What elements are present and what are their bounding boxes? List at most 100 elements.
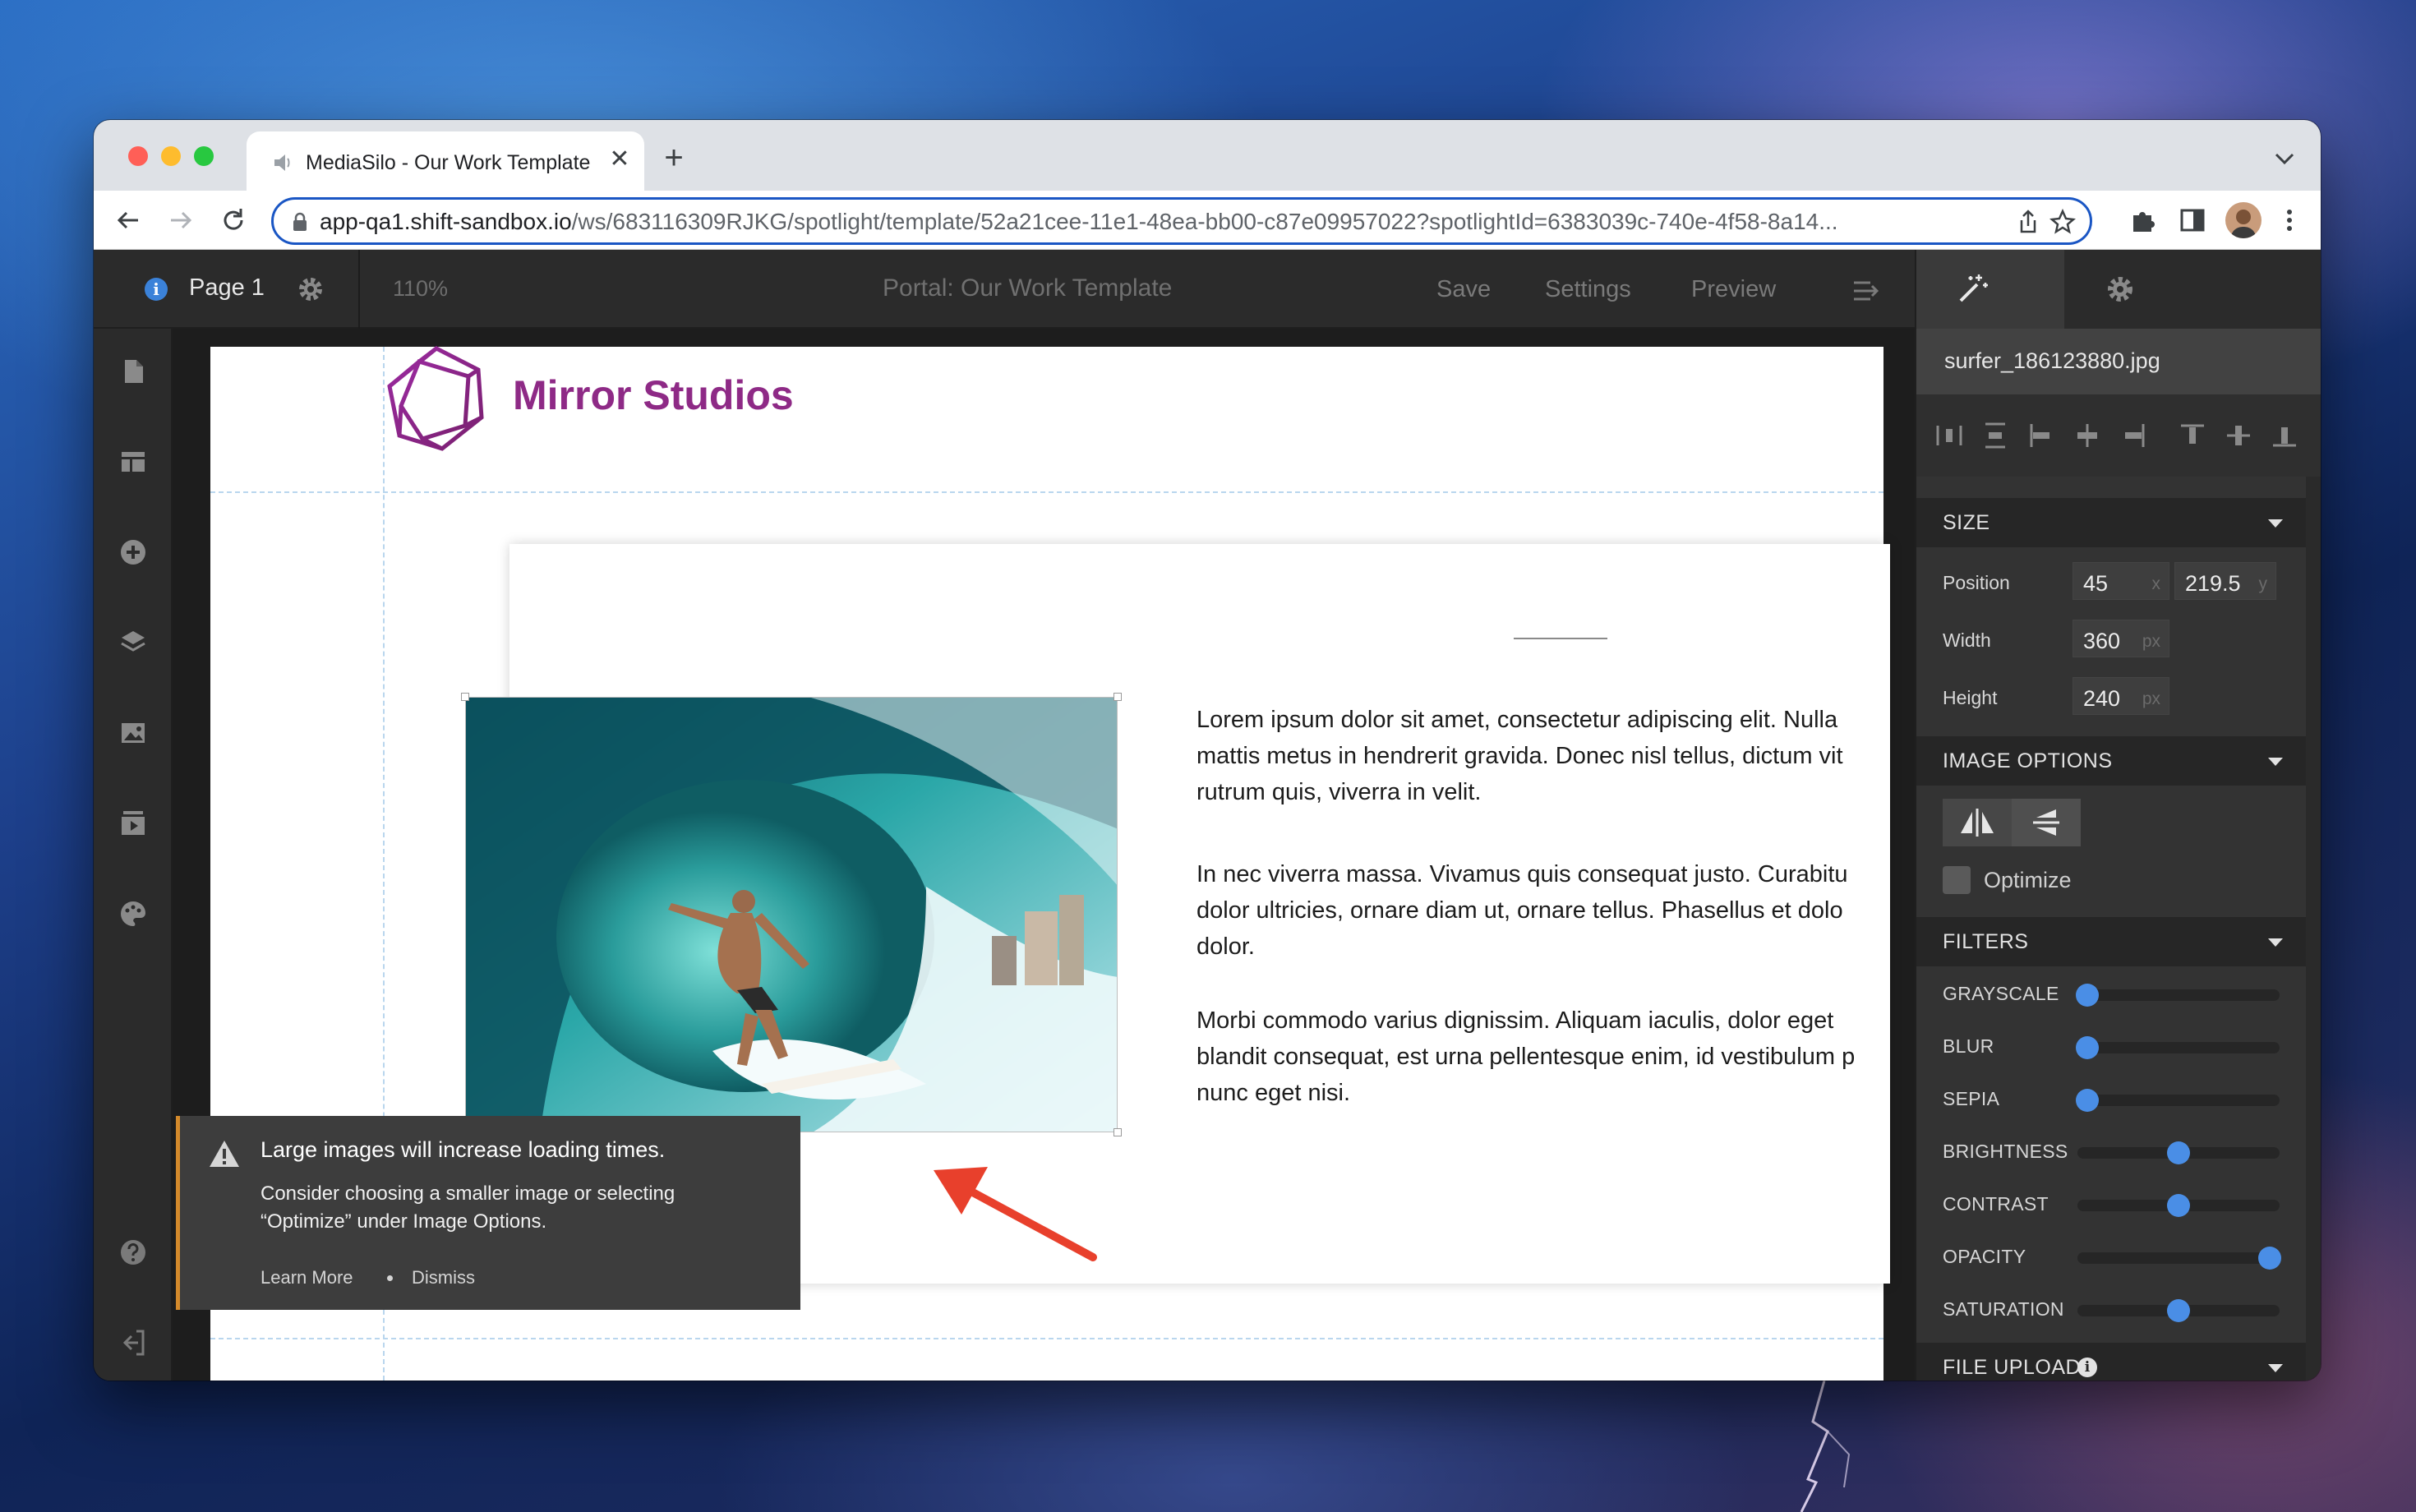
new-tab-button[interactable]: + (657, 141, 690, 176)
left-toolbar (94, 329, 173, 1381)
filter-slider[interactable] (2077, 1194, 2280, 1217)
text-line: dolor. (1196, 933, 1255, 960)
text-block[interactable]: Morbi commodo varius dignissim. Aliquam … (1196, 1003, 1895, 1111)
slider-knob[interactable] (2257, 1247, 2281, 1270)
field-unit: x (2151, 574, 2161, 593)
field-value: 240 (2083, 686, 2121, 711)
panel-scrollbar[interactable] (2306, 477, 2321, 1381)
add-element-icon[interactable] (117, 536, 150, 569)
caret-down-icon (2268, 1364, 2283, 1372)
address-bar[interactable]: app-qa1.shift-sandbox.io/ws/683116309RJK… (271, 197, 2092, 245)
publish-icon[interactable] (1849, 274, 1882, 307)
filter-slider[interactable] (2077, 1299, 2280, 1322)
image-icon[interactable] (117, 717, 150, 749)
preview-button[interactable]: Preview (1691, 276, 1776, 303)
profile-avatar[interactable] (2225, 202, 2262, 238)
field-value: 219.5 (2185, 571, 2241, 596)
layout-guide (210, 491, 1883, 493)
align-middle-icon[interactable] (2224, 421, 2253, 450)
field-unit: px (2142, 689, 2160, 708)
tab-close-icon[interactable]: ✕ (605, 145, 634, 174)
dismiss-link[interactable]: Dismiss (412, 1267, 475, 1288)
filter-slider[interactable] (2077, 1141, 2280, 1164)
close-window-button[interactable] (128, 146, 148, 166)
back-arrow-icon[interactable] (110, 202, 146, 238)
resize-handle[interactable] (1113, 693, 1122, 701)
flip-horizontal-button[interactable] (1943, 799, 2012, 846)
resize-handle[interactable] (1113, 1128, 1122, 1136)
text-block[interactable]: In nec viverra massa. Vivamus quis conse… (1196, 856, 1895, 965)
image-options-section-header[interactable]: IMAGE OPTIONS (1916, 736, 2306, 786)
reload-icon[interactable] (215, 202, 251, 238)
help-icon[interactable] (117, 1236, 150, 1269)
gear-icon[interactable] (2102, 271, 2138, 307)
browser-toolbar: app-qa1.shift-sandbox.io/ws/683116309RJK… (94, 191, 2321, 250)
filter-slider[interactable] (2076, 1089, 2280, 1112)
share-icon[interactable] (2014, 208, 2042, 236)
slider-knob[interactable] (2167, 1194, 2190, 1217)
filters-section-header[interactable]: FILTERS (1916, 917, 2306, 966)
gear-icon[interactable] (294, 273, 327, 306)
kebab-menu-icon[interactable] (2273, 204, 2306, 237)
browser-tab[interactable]: MediaSilo - Our Work Template ✕ (247, 131, 644, 191)
bookmark-star-icon[interactable] (2049, 208, 2077, 236)
align-left-icon[interactable] (2026, 421, 2056, 450)
lock-icon[interactable] (292, 212, 308, 232)
person-icon (2230, 210, 2257, 238)
file-upload-section-header[interactable]: FILE UPLOAD i (1916, 1343, 2306, 1381)
field-unit: y (2258, 574, 2268, 593)
minimize-window-button[interactable] (161, 146, 181, 166)
settings-button[interactable]: Settings (1545, 276, 1631, 303)
distribute-horizontal-icon[interactable] (1934, 421, 1964, 450)
layout-icon[interactable] (117, 445, 150, 478)
editor-canvas[interactable]: Mirror Studios Lorem ipsum dolor sit ame… (173, 329, 1915, 1381)
layers-icon[interactable] (117, 626, 150, 659)
tab-design[interactable] (1916, 250, 2064, 329)
height-input[interactable]: 240 px (2073, 677, 2169, 715)
brand-name[interactable]: Mirror Studios (513, 371, 794, 419)
info-icon[interactable]: i (2077, 1358, 2097, 1377)
align-bottom-icon[interactable] (2270, 421, 2299, 450)
brand-logo-icon[interactable] (383, 343, 490, 455)
zoom-level[interactable]: 110% (393, 276, 448, 302)
palette-icon[interactable] (117, 897, 150, 930)
filter-slider[interactable] (2076, 984, 2280, 1007)
page-info-icon[interactable]: i (145, 278, 168, 301)
position-x-input[interactable]: 45 x (2073, 562, 2169, 600)
section-label: FILTERS (1943, 930, 2029, 953)
distribute-vertical-icon[interactable] (1980, 421, 2010, 450)
text-line: mattis metus in hendrerit gravida. Donec… (1196, 743, 1843, 769)
align-top-icon[interactable] (2178, 421, 2207, 450)
filter-slider[interactable] (2077, 1247, 2281, 1270)
slider-knob[interactable] (2167, 1141, 2190, 1164)
optimize-checkbox[interactable] (1943, 866, 1971, 894)
video-icon[interactable] (117, 807, 150, 840)
surfer-image[interactable] (465, 697, 1118, 1132)
chevron-down-icon[interactable] (2271, 148, 2298, 168)
position-y-input[interactable]: 219.5 y (2174, 562, 2276, 600)
page-icon[interactable] (117, 355, 150, 388)
slider-knob[interactable] (2076, 1036, 2100, 1059)
extensions-puzzle-icon[interactable] (2127, 204, 2160, 237)
slider-knob[interactable] (2167, 1299, 2190, 1322)
learn-more-link[interactable]: Learn More (261, 1267, 353, 1288)
sign-out-icon[interactable] (117, 1326, 150, 1359)
flip-vertical-button[interactable] (2012, 799, 2081, 846)
resize-handle[interactable] (461, 693, 469, 701)
width-input[interactable]: 360 px (2073, 620, 2169, 657)
filter-slider[interactable] (2076, 1036, 2280, 1059)
forward-arrow-icon[interactable] (163, 202, 199, 238)
save-button[interactable]: Save (1436, 276, 1491, 303)
slider-knob[interactable] (2076, 984, 2100, 1007)
align-right-icon[interactable] (2119, 421, 2148, 450)
slider-knob[interactable] (2076, 1089, 2100, 1112)
divider-line (1514, 638, 1607, 639)
sidebar-toggle-icon[interactable] (2176, 204, 2209, 237)
toast-message: Consider choosing a smaller image or sel… (261, 1182, 675, 1233)
page-selector[interactable]: Page 1 (189, 274, 265, 302)
zoom-window-button[interactable] (194, 146, 214, 166)
text-block[interactable]: Lorem ipsum dolor sit amet, consectetur … (1196, 702, 1895, 810)
size-section-header[interactable]: SIZE (1916, 498, 2306, 547)
url-text[interactable]: app-qa1.shift-sandbox.io/ws/683116309RJK… (320, 209, 2013, 235)
align-center-icon[interactable] (2073, 421, 2102, 450)
